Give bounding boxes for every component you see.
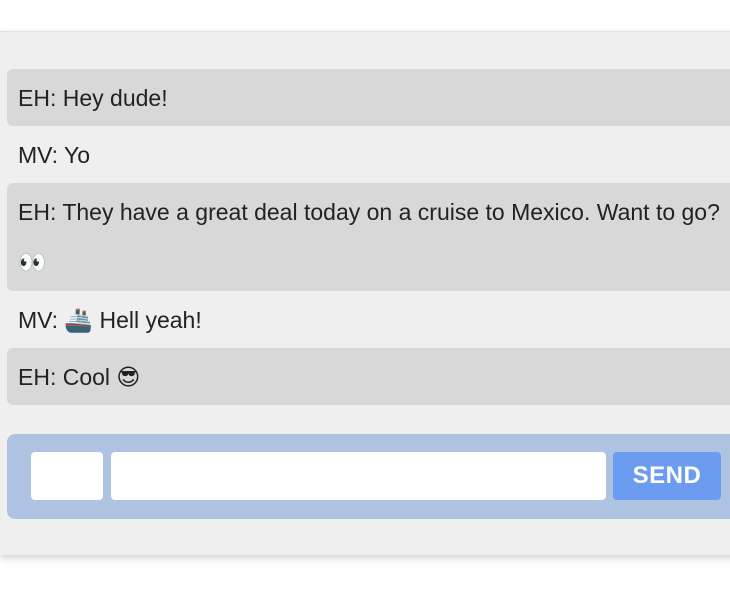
chat-panel: EH: Hey dude! MV: Yo EH: They have a gre…: [0, 31, 730, 555]
message-text: MV: Yo: [18, 142, 91, 168]
message-text: EH: Cool 😎: [18, 364, 141, 390]
message-item: EH: They have a great deal today on a cr…: [7, 183, 730, 291]
message-item: MV: 🚢 Hell yeah!: [7, 291, 730, 348]
name-input[interactable]: [31, 452, 103, 500]
message-text: MV: 🚢 Hell yeah!: [18, 307, 202, 333]
send-button[interactable]: SEND: [613, 452, 721, 500]
message-text: EH: Hey dude!: [18, 85, 168, 111]
message-input[interactable]: [111, 452, 606, 500]
message-list: EH: Hey dude! MV: Yo EH: They have a gre…: [7, 69, 730, 405]
message-item: MV: Yo: [7, 126, 730, 183]
message-composer: SEND: [7, 434, 730, 519]
message-item: EH: Cool 😎: [7, 348, 730, 405]
message-item: EH: Hey dude!: [7, 69, 730, 126]
message-text: EH: They have a great deal today on a cr…: [18, 199, 720, 275]
